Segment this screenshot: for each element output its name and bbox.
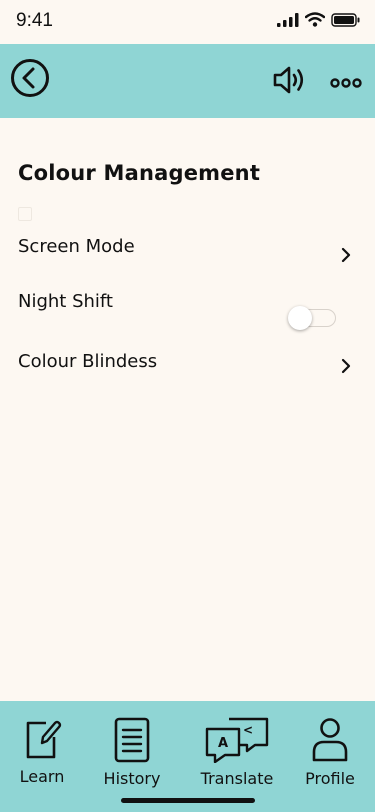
night-shift-label: Night Shift (18, 291, 113, 312)
page-title: Colour Management (18, 161, 261, 185)
colour-blindness-label: Colour Blindess (18, 351, 158, 372)
toggle-knob (288, 306, 312, 330)
svg-text:A: A (218, 736, 228, 751)
status-time: 9:41 (16, 10, 53, 31)
tab-profile-label: Profile (305, 769, 355, 788)
user-icon (312, 718, 348, 762)
sound-button[interactable] (272, 65, 308, 95)
translate-icon: < A (205, 717, 269, 763)
setting-row-night-shift: Night Shift (0, 291, 375, 331)
svg-text:<: < (243, 723, 253, 737)
chevron-right-icon (341, 247, 351, 263)
battery-icon (331, 12, 360, 27)
edit-icon (26, 720, 62, 759)
night-shift-toggle[interactable] (288, 306, 338, 330)
home-indicator (121, 798, 255, 803)
faint-placeholder-mark (18, 207, 32, 221)
tab-translate[interactable]: < A Translate (196, 717, 278, 789)
tab-learn-label: Learn (19, 767, 65, 786)
more-horizontal-icon (330, 78, 362, 88)
tab-bar: Learn History < A Translate Profile (0, 701, 375, 812)
speaker-icon (273, 66, 304, 94)
more-options-button[interactable] (330, 74, 362, 88)
cellular-signal-icon (277, 12, 299, 27)
header-bar (0, 44, 375, 118)
tab-history[interactable]: History (100, 717, 164, 789)
tab-profile[interactable]: Profile (300, 717, 360, 789)
screen-mode-label: Screen Mode (18, 236, 135, 257)
status-bar: 9:41 (0, 0, 375, 44)
document-icon (114, 717, 150, 763)
setting-row-screen-mode[interactable]: Screen Mode (0, 236, 375, 276)
tab-history-label: History (103, 769, 161, 788)
back-button[interactable] (10, 58, 50, 98)
chevron-right-icon (341, 358, 351, 374)
status-icons (277, 12, 361, 27)
tab-translate-label: Translate (200, 769, 274, 788)
tab-learn[interactable]: Learn (12, 717, 72, 789)
setting-row-colour-blindness[interactable]: Colour Blindess (0, 351, 375, 391)
chevron-left-circle-icon (11, 59, 49, 97)
wifi-icon (305, 12, 325, 27)
